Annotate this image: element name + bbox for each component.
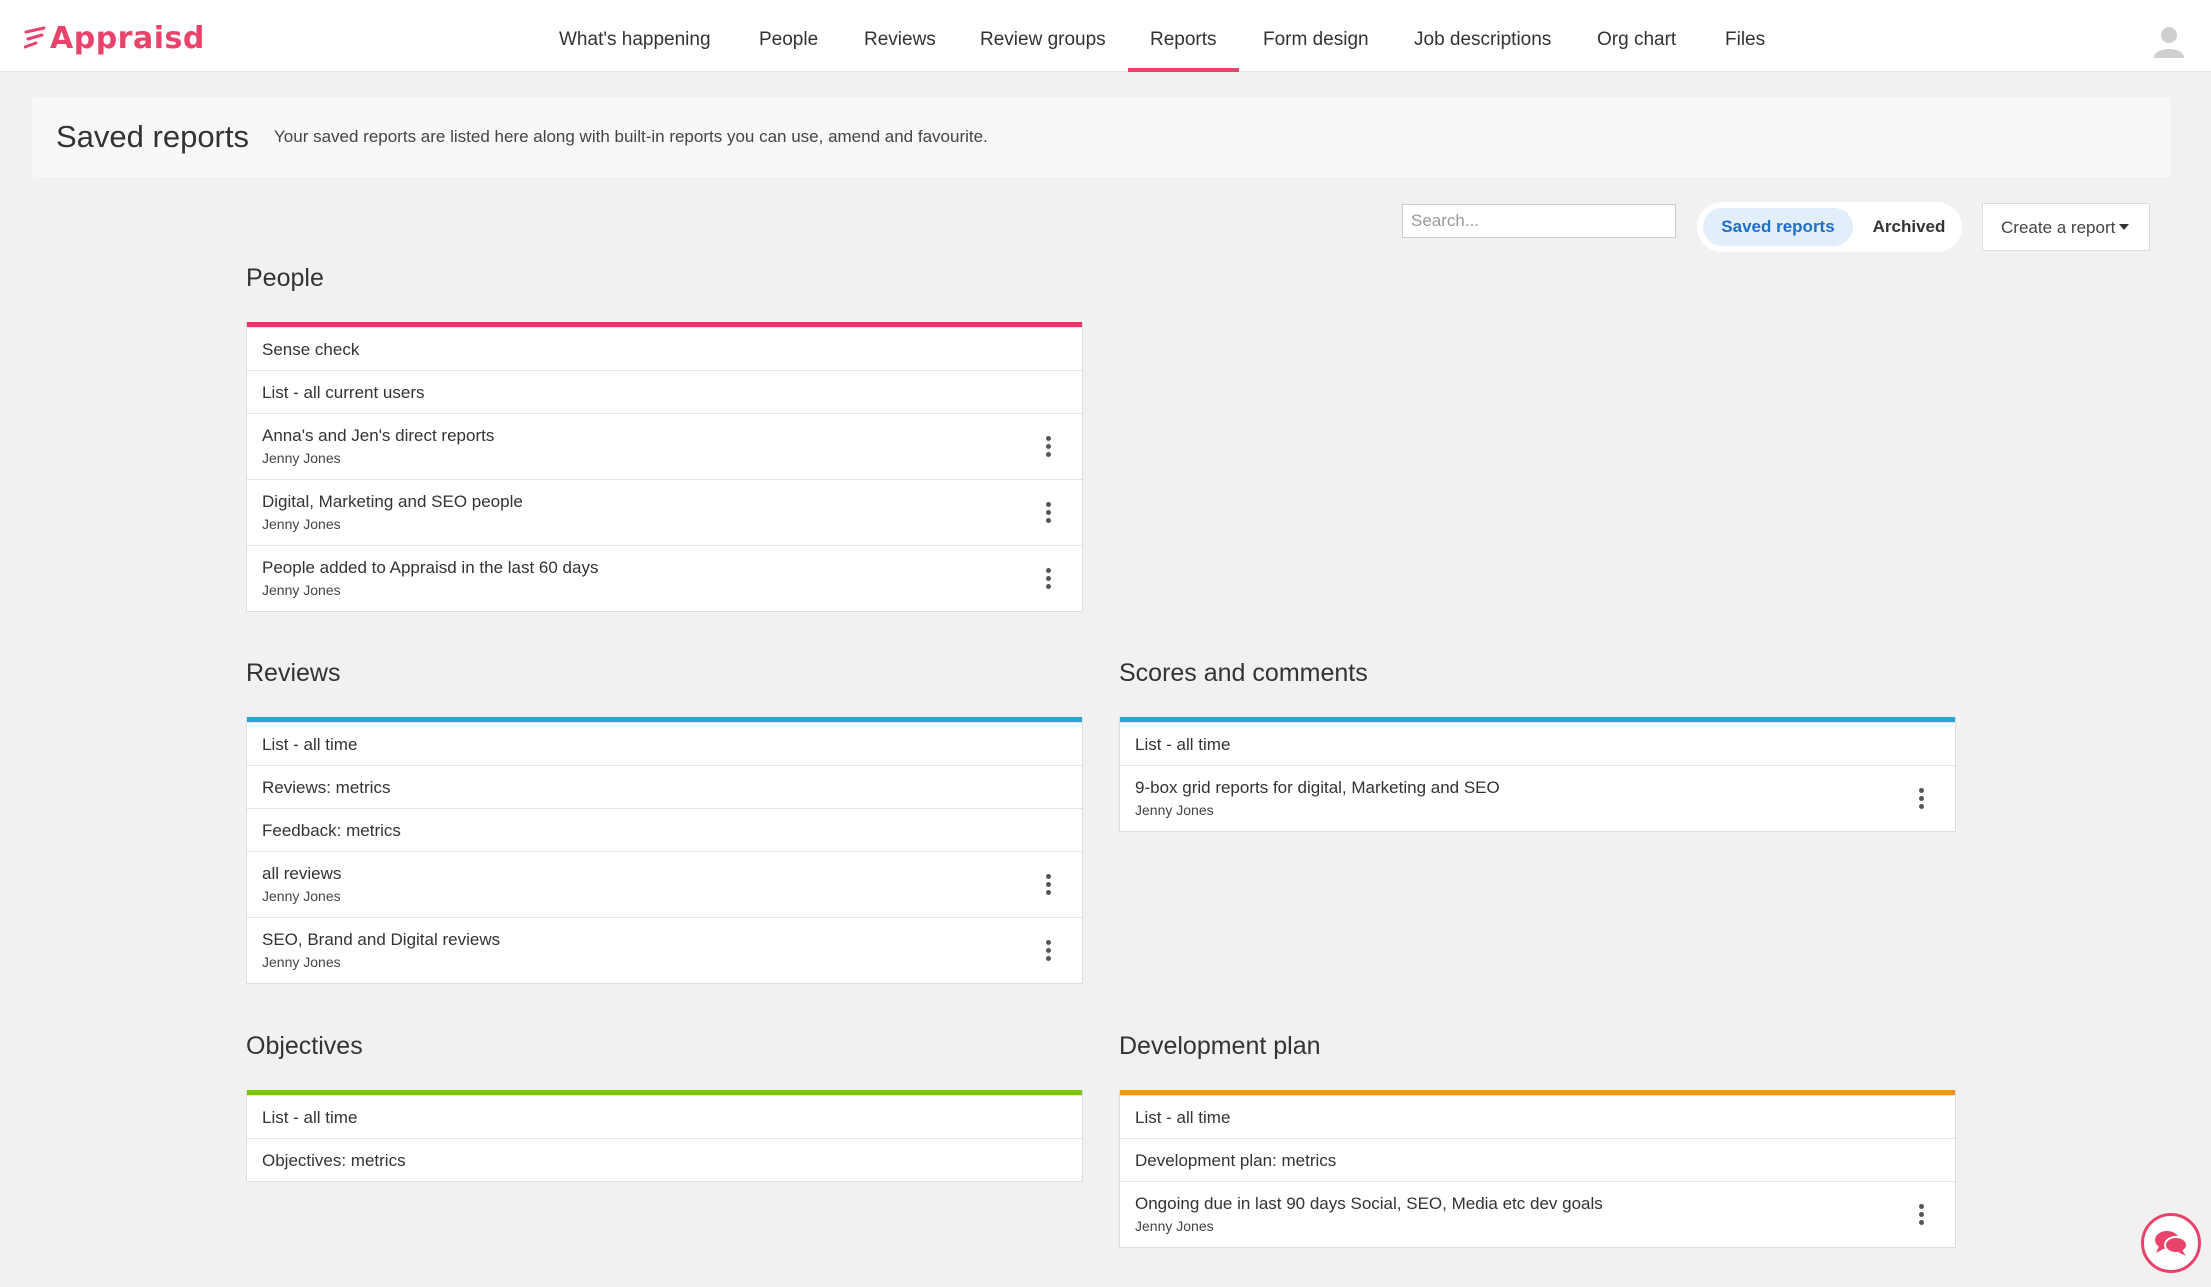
nav-whats-happening[interactable]: What's happening <box>559 0 711 72</box>
report-card: List - all time Development plan: metric… <box>1119 1090 1956 1248</box>
report-row[interactable]: Reviews: metrics <box>247 765 1082 808</box>
more-options-icon[interactable] <box>1040 872 1056 898</box>
report-card: List - all time 9-box grid reports for d… <box>1119 717 1956 832</box>
report-title: Sense check <box>262 340 360 359</box>
report-card: List - all time Reviews: metrics Feedbac… <box>246 717 1083 984</box>
report-owner: Jenny Jones <box>1135 1218 1214 1234</box>
logo-wordmark: Appraisd <box>50 20 205 56</box>
more-options-icon[interactable] <box>1040 500 1056 526</box>
report-title: SEO, Brand and Digital reviews <box>262 930 501 949</box>
section-title: People <box>246 264 324 292</box>
report-owner: Jenny Jones <box>262 516 341 532</box>
section-title: Development plan <box>1119 1032 1321 1060</box>
logo-mark-icon <box>24 26 46 49</box>
report-row[interactable]: List - all time <box>1120 722 1955 765</box>
report-title: Reviews: metrics <box>262 778 391 797</box>
report-card: List - all time Objectives: metrics <box>246 1090 1083 1182</box>
report-title: Digital, Marketing and SEO people <box>262 492 523 511</box>
report-owner: Jenny Jones <box>262 954 341 970</box>
report-title: List - all time <box>262 1108 358 1127</box>
archived-toggle[interactable]: Archived <box>1861 208 1957 246</box>
section-title: Objectives <box>246 1032 363 1060</box>
report-title: Objectives: metrics <box>262 1151 406 1170</box>
caret-down-icon <box>2119 224 2130 230</box>
report-title: Feedback: metrics <box>262 821 401 840</box>
user-avatar-icon[interactable] <box>2152 24 2186 58</box>
report-row[interactable]: Anna's and Jen's direct reports Jenny Jo… <box>247 413 1082 479</box>
report-row[interactable]: List - all time <box>1120 1095 1955 1138</box>
top-navbar: Appraisd What's happening People Reviews… <box>0 0 2211 72</box>
report-card: Sense check List - all current users Ann… <box>246 322 1083 612</box>
nav-people[interactable]: People <box>759 0 818 72</box>
report-title: Development plan: metrics <box>1135 1151 1337 1170</box>
report-row[interactable]: List - all time <box>247 1095 1082 1138</box>
chat-button[interactable] <box>2141 1213 2201 1273</box>
report-row[interactable]: People added to Appraisd in the last 60 … <box>247 545 1082 611</box>
report-title: People added to Appraisd in the last 60 … <box>262 558 599 577</box>
report-title: 9-box grid reports for digital, Marketin… <box>1135 778 1500 797</box>
appraisd-logo[interactable]: Appraisd <box>24 18 205 58</box>
report-row[interactable]: Objectives: metrics <box>247 1138 1082 1181</box>
report-row[interactable]: all reviews Jenny Jones <box>247 851 1082 917</box>
view-toggle: Saved reports Archived <box>1697 202 1962 252</box>
report-row[interactable]: List - all time <box>247 722 1082 765</box>
more-options-icon[interactable] <box>1913 786 1929 812</box>
create-report-label: Create a report <box>2001 218 2116 237</box>
report-owner: Jenny Jones <box>262 888 341 904</box>
nav-org-chart[interactable]: Org chart <box>1597 0 1676 72</box>
report-title: all reviews <box>262 864 342 883</box>
create-report-button[interactable]: Create a report <box>1982 203 2150 251</box>
nav-review-groups[interactable]: Review groups <box>980 0 1106 72</box>
report-row[interactable]: 9-box grid reports for digital, Marketin… <box>1120 765 1955 831</box>
nav-form-design[interactable]: Form design <box>1263 0 1369 72</box>
more-options-icon[interactable] <box>1040 938 1056 964</box>
report-row[interactable]: Feedback: metrics <box>247 808 1082 851</box>
page-description: Your saved reports are listed here along… <box>274 127 988 146</box>
page-header: Saved reports Your saved reports are lis… <box>32 97 2170 177</box>
report-row[interactable]: Ongoing due in last 90 days Social, SEO,… <box>1120 1181 1955 1247</box>
report-title: List - all time <box>262 735 358 754</box>
report-row[interactable]: List - all current users <box>247 370 1082 413</box>
more-options-icon[interactable] <box>1913 1202 1929 1228</box>
report-row[interactable]: Sense check <box>247 327 1082 370</box>
more-options-icon[interactable] <box>1040 566 1056 592</box>
nav-reports[interactable]: Reports <box>1128 0 1238 72</box>
report-title: List - all time <box>1135 735 1231 754</box>
report-row[interactable]: SEO, Brand and Digital reviews Jenny Jon… <box>247 917 1082 983</box>
report-row[interactable]: Digital, Marketing and SEO people Jenny … <box>247 479 1082 545</box>
saved-reports-toggle[interactable]: Saved reports <box>1703 208 1853 246</box>
report-title: Anna's and Jen's direct reports <box>262 426 495 445</box>
chat-bubbles-icon <box>2155 1231 2188 1256</box>
report-title: Ongoing due in last 90 days Social, SEO,… <box>1135 1194 1603 1213</box>
nav-reviews[interactable]: Reviews <box>864 0 936 72</box>
report-title: List - all current users <box>262 383 425 402</box>
report-title: List - all time <box>1135 1108 1231 1127</box>
report-owner: Jenny Jones <box>262 582 341 598</box>
report-owner: Jenny Jones <box>1135 802 1214 818</box>
search-input[interactable] <box>1402 204 1676 238</box>
section-title: Scores and comments <box>1119 659 1368 687</box>
section-title: Reviews <box>246 659 341 687</box>
nav-job-descriptions[interactable]: Job descriptions <box>1414 0 1551 72</box>
nav-files[interactable]: Files <box>1725 0 1765 72</box>
more-options-icon[interactable] <box>1040 434 1056 460</box>
page-title: Saved reports <box>56 119 249 154</box>
report-owner: Jenny Jones <box>262 450 341 466</box>
report-row[interactable]: Development plan: metrics <box>1120 1138 1955 1181</box>
